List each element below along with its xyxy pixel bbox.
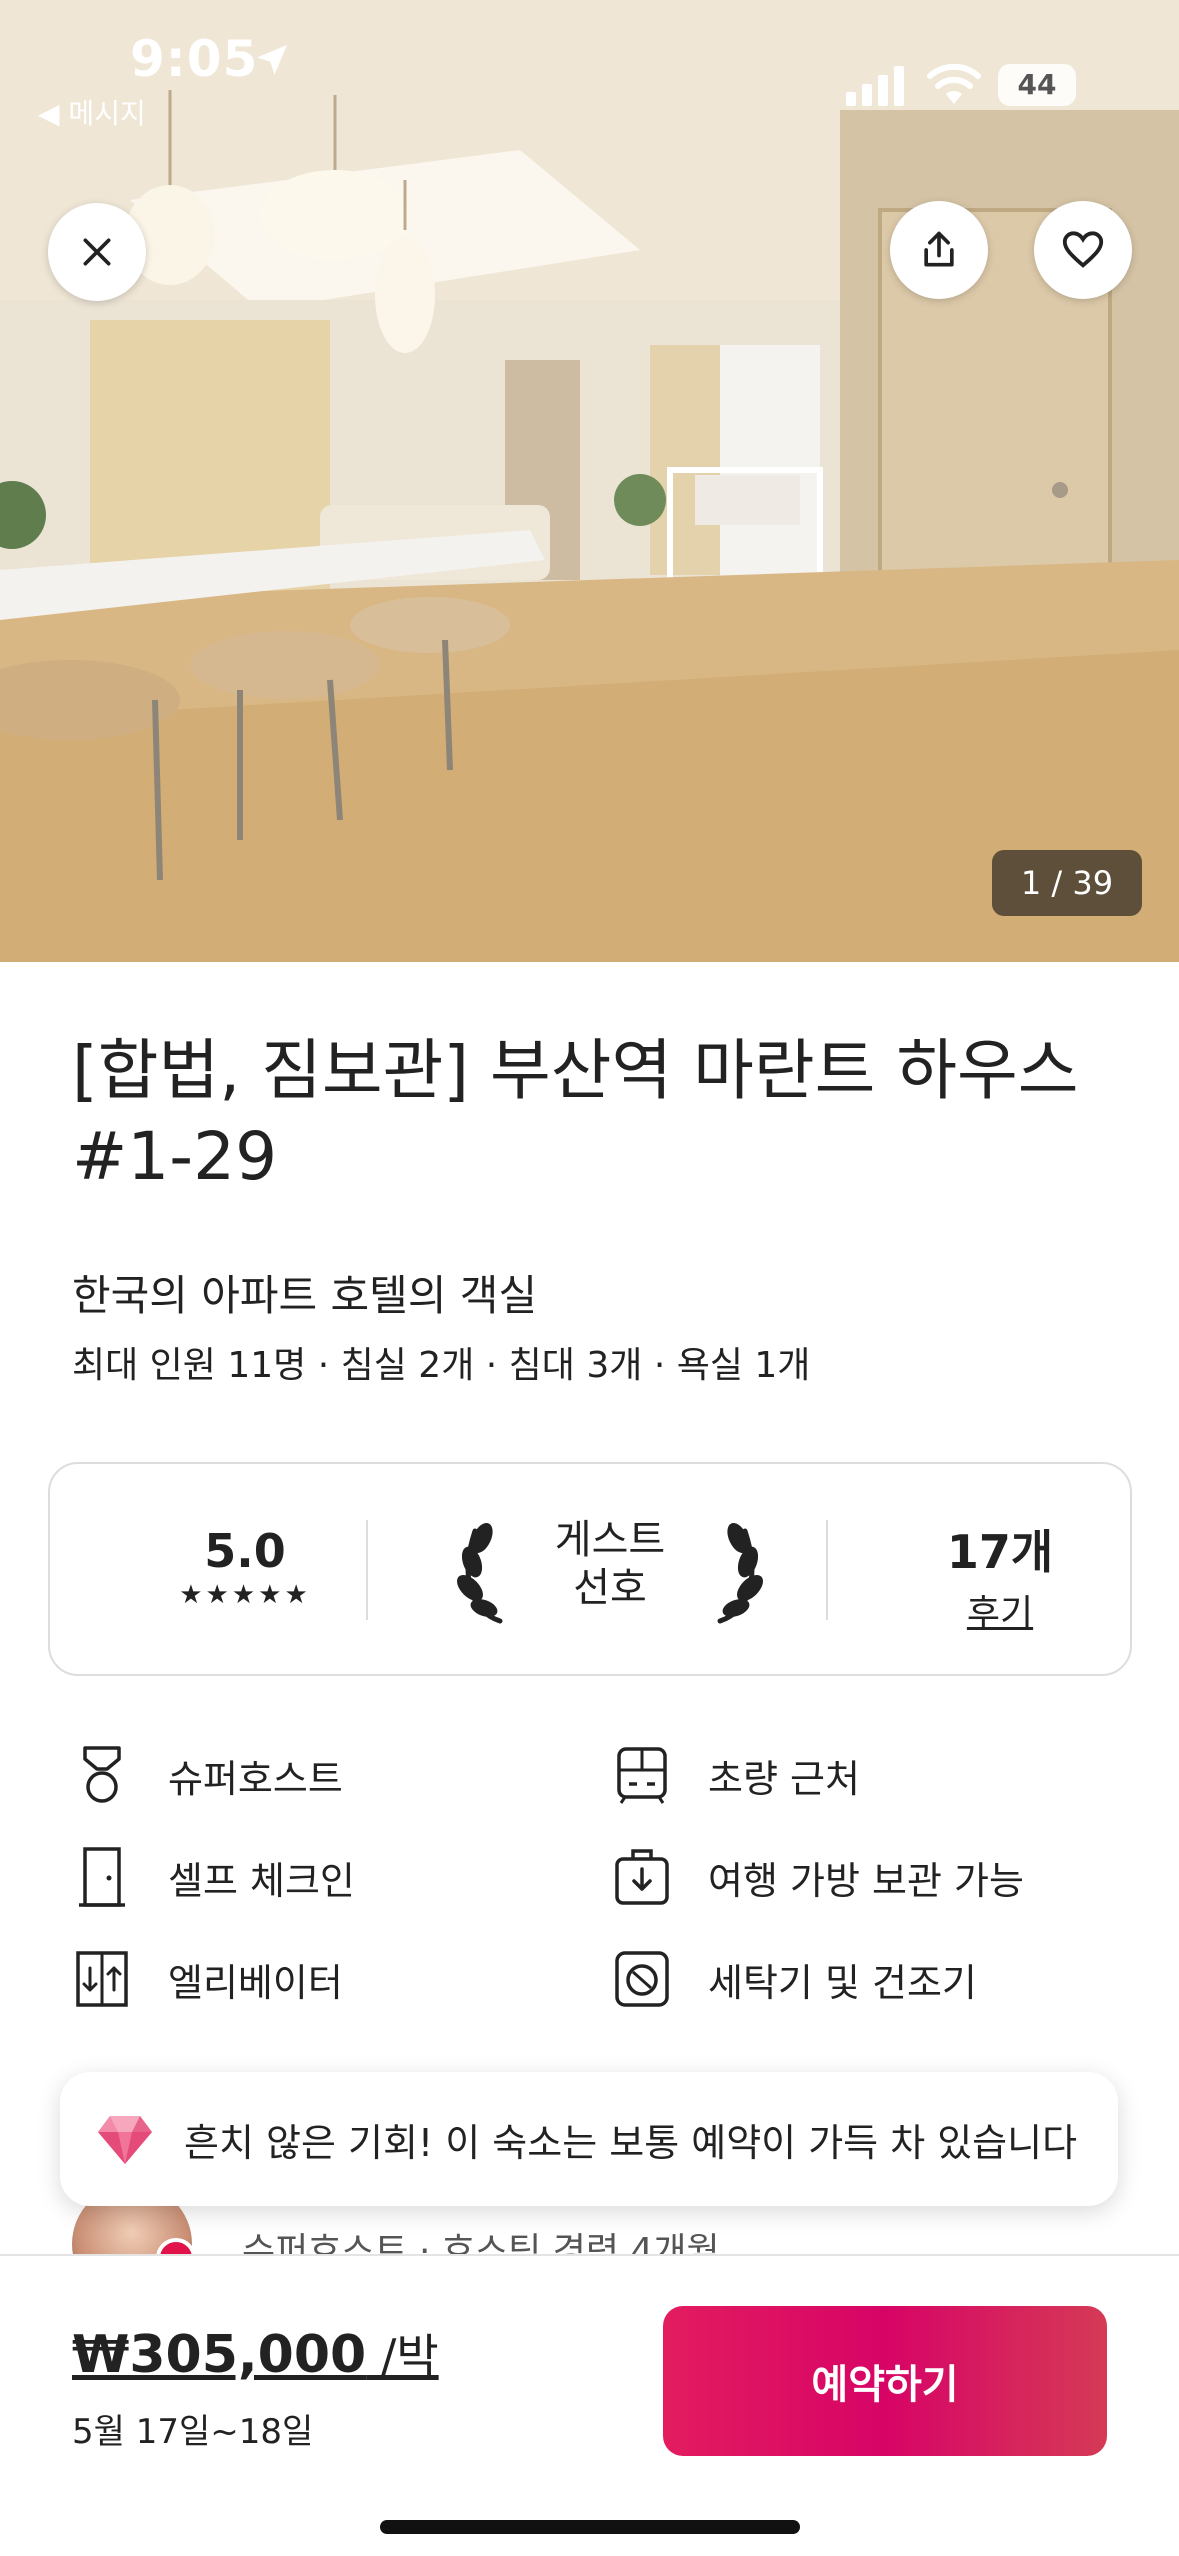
- washer-icon: [612, 1949, 672, 2009]
- heart-icon: [1062, 231, 1104, 268]
- room-photo: [0, 0, 1179, 962]
- listing-title: [합법, 짐보관] 부산역 마란트 하우스 #1-29: [72, 1032, 1079, 1195]
- amenity-label: 슈퍼호스트: [168, 1756, 343, 1801]
- rating-stat: 5.0 ★★★★★: [150, 1524, 340, 1610]
- guest-favorite-badge: 게스트 선호: [450, 1516, 770, 1626]
- amenity-label: 엘리베이터: [168, 1960, 343, 2005]
- rare-find-banner: 흔치 않은 기회! 이 숙소는 보통 예약이 가득 차 있습니다: [60, 2072, 1118, 2206]
- amenity-label: 셀프 체크인: [168, 1858, 355, 1903]
- laurel-left-icon: [457, 1523, 503, 1624]
- reviews-count: 17개: [946, 1525, 1054, 1579]
- diamond-icon: [98, 2116, 152, 2164]
- amenity-label: 여행 가방 보관 가능: [708, 1858, 1024, 1903]
- status-time: 9:05: [130, 30, 259, 88]
- laurel-right-icon: [717, 1523, 763, 1624]
- listing-specs: 최대 인원 11명 · 침실 2개 · 침대 3개 · 욕실 1개: [72, 1345, 811, 1386]
- amenity-superhost: 슈퍼호스트: [72, 1740, 343, 1810]
- amenity-luggage: 여행 가방 보관 가능: [612, 1842, 1024, 1912]
- share-button[interactable]: [890, 201, 988, 299]
- reserve-button[interactable]: 예약하기: [663, 2306, 1107, 2456]
- signal-icon: [846, 66, 904, 106]
- save-wishlist-button[interactable]: [1034, 201, 1132, 299]
- rating-summary-card[interactable]: 5.0 ★★★★★ 게스트 선호 17개 후기: [48, 1462, 1132, 1676]
- amenity-location: 초량 근처: [612, 1740, 860, 1810]
- price-unit: /박: [366, 2329, 439, 2383]
- amenity-label: 초량 근처: [708, 1756, 860, 1801]
- nightly-price[interactable]: ₩305,000 /박: [72, 2320, 439, 2386]
- listing-photo[interactable]: 9:05 ◀ 메시지 44 1 / 39: [0, 0, 1179, 962]
- booking-bar: ₩305,000 /박 5월 17일~18일 예약하기: [0, 2254, 1179, 2556]
- wifi-icon: [927, 64, 981, 104]
- amenity-self-checkin: 셀프 체크인: [72, 1842, 355, 1912]
- elevator-icon: [72, 1949, 132, 2009]
- train-icon: [612, 1745, 672, 1805]
- rare-find-message: 흔치 않은 기회! 이 숙소는 보통 예약이 가득 차 있습니다: [184, 2120, 1078, 2165]
- reviews-stat[interactable]: 17개 후기: [920, 1516, 1080, 1636]
- amenity-label: 세탁기 및 건조기: [708, 1960, 977, 2005]
- home-indicator: [380, 2520, 800, 2534]
- medal-icon: [72, 1745, 132, 1805]
- status-bar: 9:05 ◀ 메시지 44: [0, 0, 1179, 140]
- back-to-app-link[interactable]: ◀ 메시지: [38, 92, 146, 132]
- close-button[interactable]: [48, 203, 146, 301]
- location-arrow-icon: [257, 45, 287, 75]
- reviews-link[interactable]: 후기: [920, 1584, 1080, 1636]
- rating-stars: ★★★★★: [179, 1580, 311, 1610]
- listing-subtitle: 한국의 아파트 호텔의 객실: [72, 1271, 538, 1320]
- price-amount: ₩305,000: [72, 2325, 367, 2385]
- photo-counter: 1 / 39: [992, 850, 1142, 916]
- amenity-elevator: 엘리베이터: [72, 1944, 343, 2014]
- amenity-washer-dryer: 세탁기 및 건조기: [612, 1944, 977, 2014]
- door-icon: [72, 1847, 132, 1907]
- close-icon: [83, 238, 111, 266]
- share-icon: [924, 231, 954, 267]
- stay-dates: 5월 17일~18일: [72, 2412, 314, 2452]
- guest-favorite-label: 게스트 선호: [554, 1517, 666, 1611]
- divider: [366, 1520, 368, 1620]
- luggage-icon: [612, 1847, 672, 1907]
- battery-indicator: 44: [998, 64, 1076, 106]
- divider: [826, 1520, 828, 1620]
- rating-value: 5.0: [204, 1524, 286, 1578]
